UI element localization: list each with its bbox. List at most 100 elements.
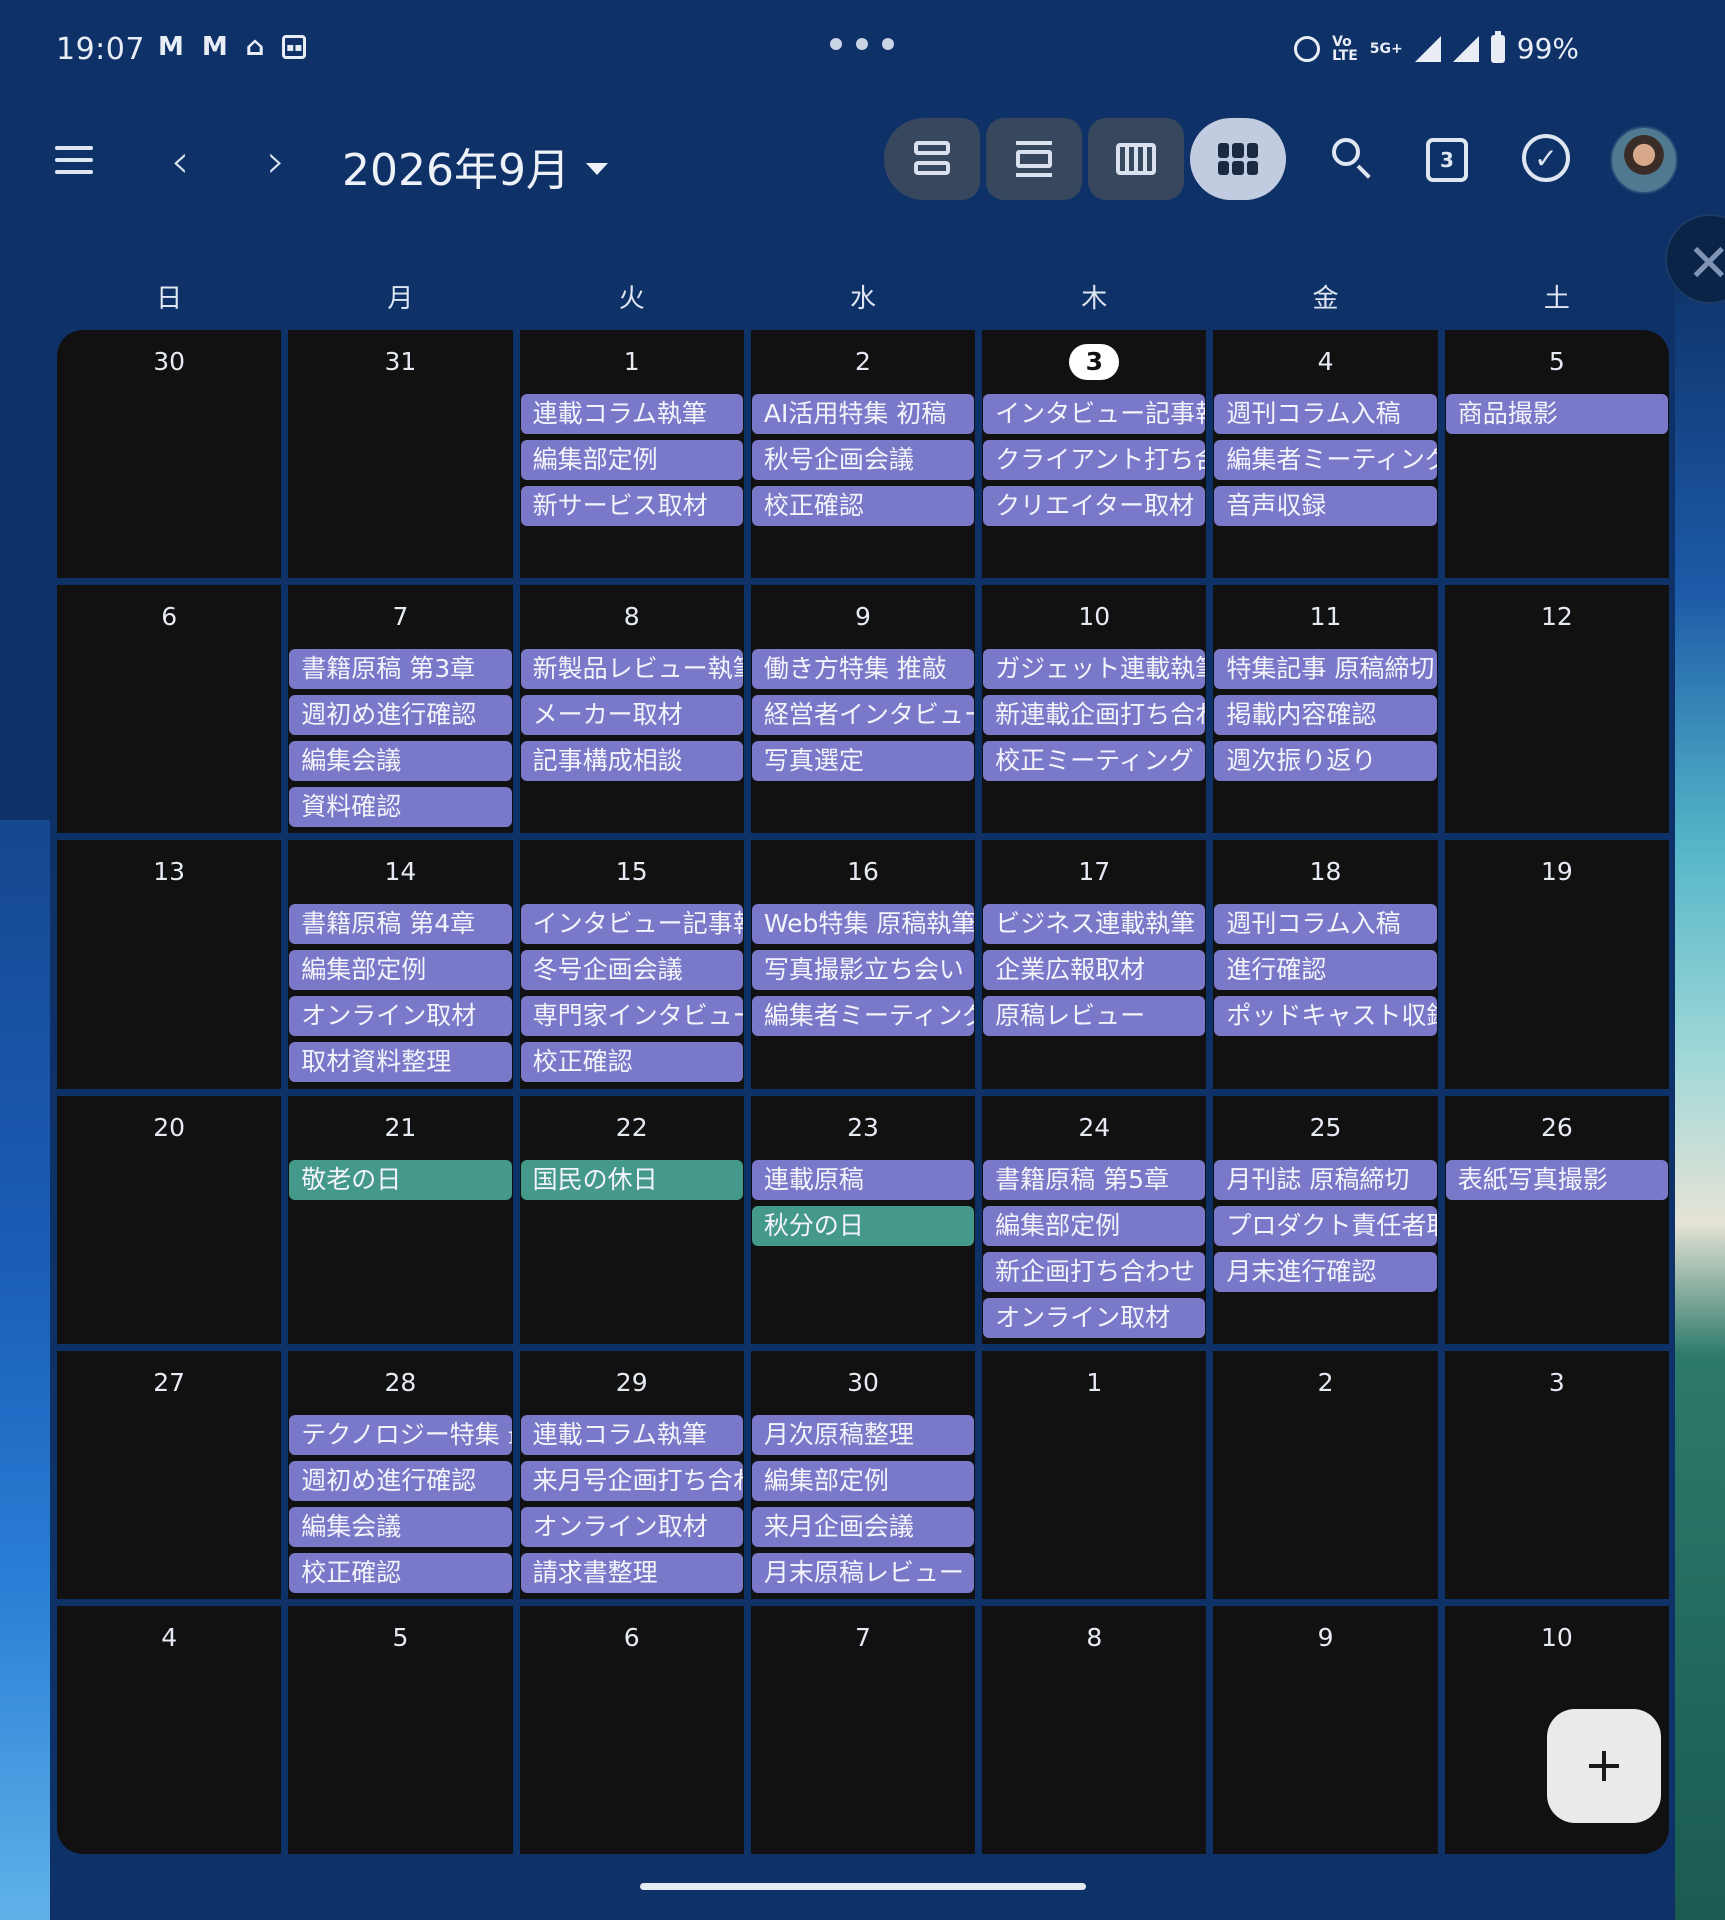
event-chip[interactable]: Web特集 原稿執筆 <box>751 904 975 945</box>
day-cell[interactable]: 25 月刊誌 原稿締切プロダクト責任者取材月末進行確認 <box>1213 1095 1438 1344</box>
day-cell[interactable]: 5 商品撮影 <box>1444 330 1669 579</box>
event-chip[interactable]: 新製品レビュー執筆 <box>520 649 743 690</box>
event-chip[interactable]: テクノロジー特集 最終稿 <box>289 1414 512 1455</box>
event-chip[interactable]: 進行確認 <box>1214 950 1437 991</box>
event-chip[interactable]: 書籍原稿 第5章 <box>983 1159 1206 1200</box>
event-chip[interactable]: 校正ミーティング <box>983 741 1206 782</box>
event-chip[interactable]: 書籍原稿 第3章 <box>289 649 512 690</box>
day-cell[interactable]: 21 敬老の日 <box>288 1095 513 1344</box>
holiday-chip[interactable]: 敬老の日 <box>289 1159 512 1200</box>
event-chip[interactable]: オンライン取材 <box>520 1506 743 1547</box>
event-chip[interactable]: 写真撮影立ち会い <box>751 950 975 991</box>
event-chip[interactable]: 連載コラム執筆 <box>520 1414 743 1455</box>
event-chip[interactable]: ビジネス連載執筆 <box>983 904 1206 945</box>
day-cell[interactable]: 19 <box>1444 840 1669 1089</box>
day-cell[interactable]: 29 連載コラム執筆来月号企画打ち合わせオンライン取材請求書整理 <box>519 1350 744 1599</box>
day-cell[interactable]: 11 特集記事 原稿締切 掲載内容確認 週次振り返り <box>1213 585 1438 834</box>
date-number[interactable]: 20 <box>143 1110 195 1146</box>
day-cell[interactable]: 10 ガジェット連載執筆新連載企画打ち合わせ校正ミーティング <box>982 585 1207 834</box>
day-cell[interactable]: 6 <box>519 1605 744 1854</box>
event-chip[interactable]: 新連載企画打ち合わせ <box>983 695 1206 736</box>
event-chip[interactable]: 週初め進行確認 <box>289 695 512 736</box>
day-cell[interactable]: 14 書籍原稿 第4章 編集部定例 オンライン取材 取材資料整理 <box>288 840 513 1089</box>
event-chip[interactable]: 企業広報取材 <box>983 950 1206 991</box>
date-number[interactable]: 1 <box>606 344 658 380</box>
date-number[interactable]: 7 <box>374 599 426 635</box>
week-view-button[interactable] <box>1088 118 1184 200</box>
event-chip[interactable]: 編集部定例 <box>520 440 743 480</box>
event-chip[interactable]: 編集会議 <box>289 741 512 782</box>
holiday-chip[interactable]: 国民の休日 <box>520 1159 743 1200</box>
date-number[interactable]: 10 <box>1068 599 1120 635</box>
today-button[interactable]: 3 <box>1426 138 1468 182</box>
date-number[interactable]: 9 <box>837 599 889 635</box>
date-number[interactable]: 8 <box>606 599 658 635</box>
event-chip[interactable]: 週刊コラム入稿 <box>1214 904 1437 945</box>
event-chip[interactable]: 編集者ミーティング <box>751 996 975 1037</box>
event-chip[interactable]: 請求書整理 <box>520 1552 743 1593</box>
event-chip[interactable]: 週初め進行確認 <box>289 1460 512 1501</box>
create-event-button[interactable] <box>1547 1709 1661 1823</box>
gesture-nav-bar[interactable] <box>640 1883 1086 1890</box>
event-chip[interactable]: 掲載内容確認 <box>1214 695 1437 736</box>
date-number[interactable]: 22 <box>606 1110 658 1146</box>
day-cell[interactable]: 18 週刊コラム入稿 進行確認 ポッドキャスト収録 <box>1213 840 1438 1089</box>
date-number[interactable]: 16 <box>837 854 889 890</box>
event-chip[interactable]: 編集部定例 <box>751 1460 975 1501</box>
event-chip[interactable]: インタビュー記事執筆 <box>983 394 1206 434</box>
day-cell[interactable]: 28 テクノロジー特集 最終稿週初め進行確認編集会議校正確認 <box>288 1350 513 1599</box>
day-cell[interactable]: 12 <box>1444 585 1669 834</box>
event-chip[interactable]: 専門家インタビュー <box>520 996 743 1037</box>
event-chip[interactable]: メーカー取材 <box>520 695 743 736</box>
event-chip[interactable]: 月次原稿整理 <box>751 1414 975 1455</box>
day-cell[interactable]: 8 <box>982 1605 1207 1854</box>
day-cell[interactable]: 30 <box>57 330 282 579</box>
event-chip[interactable]: オンライン取材 <box>289 996 512 1037</box>
date-number[interactable]: 6 <box>143 599 195 635</box>
next-month-button[interactable]: › <box>254 134 298 188</box>
event-chip[interactable]: 秋号企画会議 <box>751 440 975 480</box>
event-chip[interactable]: 書籍原稿 第4章 <box>289 904 512 945</box>
day-cell[interactable]: 2 <box>1213 1350 1438 1599</box>
date-number[interactable]: 18 <box>1300 854 1352 890</box>
event-chip[interactable]: クライアント打ち合わせ <box>983 440 1206 480</box>
date-number[interactable]: 19 <box>1531 854 1583 890</box>
day-cell[interactable]: 15 インタビュー記事執筆冬号企画会議専門家インタビュー校正確認 <box>519 840 744 1089</box>
day-cell[interactable]: 22 国民の休日 <box>519 1095 744 1344</box>
day-cell[interactable]: 3 <box>1444 1350 1669 1599</box>
day-cell[interactable]: 30 月次原稿整理 編集部定例 来月企画会議 月末原稿レビュー <box>750 1350 976 1599</box>
day-cell[interactable]: 5 <box>288 1605 513 1854</box>
event-chip[interactable]: 写真選定 <box>751 741 975 782</box>
date-number[interactable]: 3 <box>1531 1365 1583 1401</box>
date-number[interactable]: 17 <box>1068 854 1120 890</box>
date-number[interactable]: 13 <box>143 854 195 890</box>
event-chip[interactable]: 校正確認 <box>751 486 975 526</box>
date-number[interactable]: 26 <box>1531 1110 1583 1146</box>
event-chip[interactable]: 経営者インタビュー <box>751 695 975 736</box>
previous-month-button[interactable]: ‹ <box>158 134 202 188</box>
day-cell[interactable]: 16 Web特集 原稿執筆 写真撮影立ち会い 編集者ミーティング <box>750 840 976 1089</box>
day-cell[interactable]: 7 書籍原稿 第3章 週初め進行確認 編集会議 資料確認 <box>288 585 513 834</box>
month-picker-button[interactable]: 2026年9月 <box>342 134 608 198</box>
event-chip[interactable]: 編集部定例 <box>289 950 512 991</box>
date-number[interactable]: 27 <box>143 1365 195 1401</box>
event-chip[interactable]: 来月号企画打ち合わせ <box>520 1460 743 1501</box>
date-number[interactable]: 31 <box>374 344 426 380</box>
date-number[interactable]: 2 <box>837 344 889 380</box>
day-cell[interactable]: 1 連載コラム執筆 編集部定例 新サービス取材 <box>519 330 744 579</box>
day-cell[interactable]: 4 週刊コラム入稿 編集者ミーティング 音声収録 <box>1213 330 1438 579</box>
day-cell[interactable]: 3 インタビュー記事執筆クライアント打ち合わせクリエイター取材 <box>982 330 1207 579</box>
date-number[interactable]: 23 <box>837 1110 889 1146</box>
day-cell[interactable]: 9 <box>1213 1605 1438 1854</box>
day-cell[interactable]: 4 <box>57 1605 282 1854</box>
day-cell[interactable]: 27 <box>57 1350 282 1599</box>
event-chip[interactable]: 表紙写真撮影 <box>1445 1159 1668 1200</box>
event-chip[interactable]: 働き方特集 推敲 <box>751 649 975 690</box>
avatar[interactable] <box>1610 126 1678 194</box>
event-chip[interactable]: 編集会議 <box>289 1506 512 1547</box>
day-cell[interactable]: 6 <box>57 585 282 834</box>
date-number[interactable]: 5 <box>1531 344 1583 380</box>
event-chip[interactable]: 冬号企画会議 <box>520 950 743 991</box>
date-number[interactable]: 30 <box>143 344 195 380</box>
event-chip[interactable]: 月末進行確認 <box>1214 1251 1437 1292</box>
